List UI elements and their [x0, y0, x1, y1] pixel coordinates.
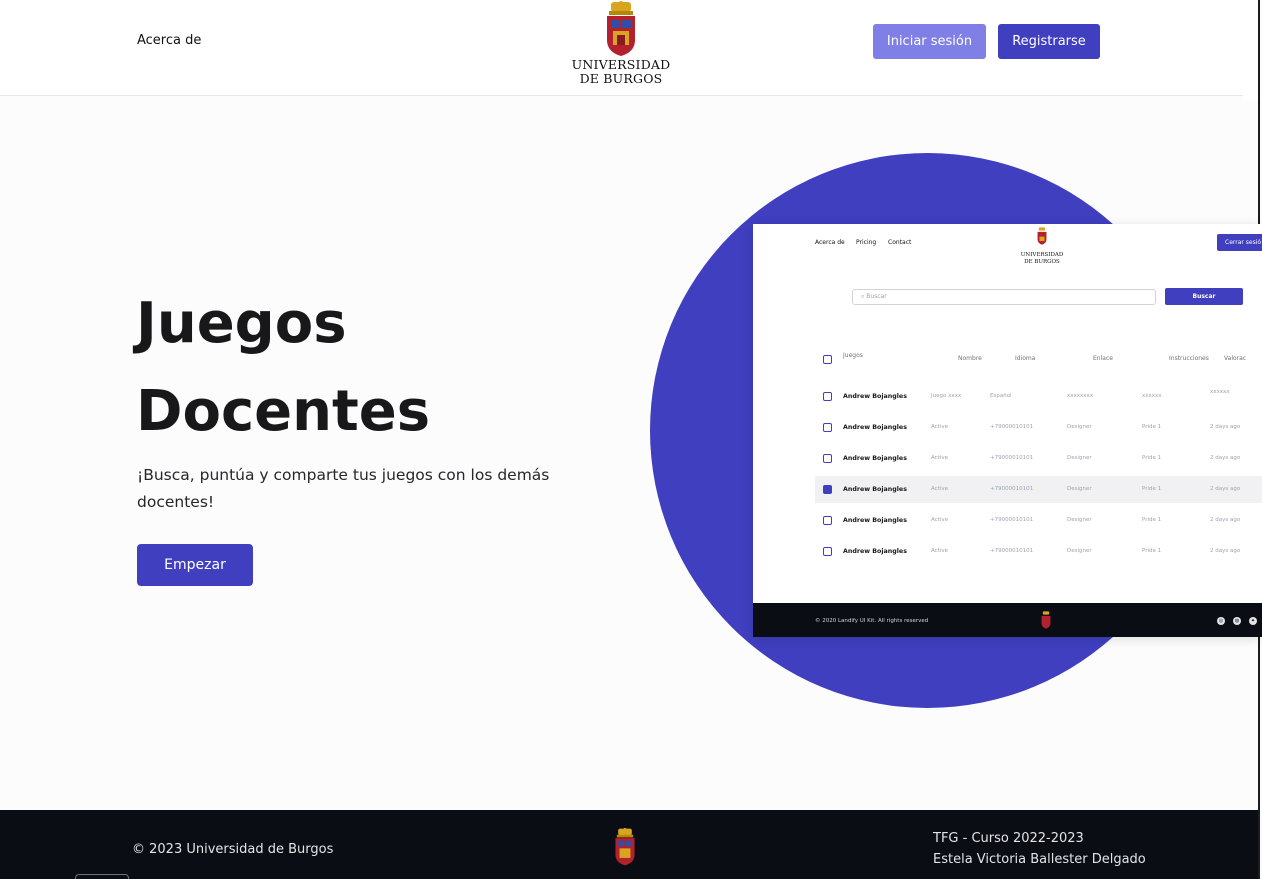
mock-cell-c1: Active [931, 455, 949, 461]
mock-cell-c4: Pride 1 [1142, 548, 1162, 554]
mock-row-checkbox [823, 423, 832, 432]
footer-course: TFG - Curso 2022-2023 [933, 831, 1084, 846]
coat-of-arms-icon [607, 1, 635, 56]
mock-col-instrucciones: Instrucciones [1169, 355, 1209, 362]
mock-search-input: ⌕ Buscar [852, 289, 1156, 305]
mock-cell-c5: 2 days ago [1210, 455, 1241, 461]
mock-cell-c2: +79000010101 [990, 548, 1034, 554]
mock-row-checkbox [823, 547, 832, 556]
nav-link-about[interactable]: Acerca de [137, 33, 201, 48]
mock-cell-c4: Pride 1 [1142, 486, 1162, 492]
mock-cell-c2: +79000010101 [990, 486, 1034, 492]
mock-cell-name: Andrew Bojangles [843, 455, 907, 462]
mock-logo-text-line2: DE BURGOS [1024, 259, 1060, 265]
mock-cell-c3: Designer [1067, 517, 1092, 523]
app-preview-mockup: Acerca de Pricing Contact UNIVERSIDAD DE… [753, 224, 1262, 637]
footer-coat-of-arms-icon [615, 827, 635, 866]
mock-nav-contact: Contact [888, 239, 912, 246]
start-button[interactable]: Empezar [137, 544, 253, 586]
mock-cell-c2: +79000010101 [990, 517, 1034, 523]
mock-col-idioma: Idioma [1015, 355, 1036, 362]
mock-cell-name: Andrew Bojangles [843, 517, 907, 524]
mock-cell-name: Andrew Bojangles [843, 393, 907, 400]
mock-cell-c3: xxxxxxxx [1067, 393, 1094, 399]
scrollbar-gutter [1243, 0, 1258, 100]
mock-cell-c3: Designer [1067, 424, 1092, 430]
login-button[interactable]: Iniciar sesión [873, 24, 986, 59]
mock-nav-about: Acerca de [815, 239, 845, 246]
mock-cell-c1: Active [931, 517, 949, 523]
mock-logout-button: Cerrar sesió [1217, 234, 1262, 251]
mock-cell-c1: Active [931, 548, 949, 554]
dribbble-icon: ◍ [1233, 617, 1241, 625]
mock-select-all-checkbox [823, 355, 832, 364]
top-navbar: Acerca de UNIVERSIDAD DE BURGOS Iniciar … [0, 0, 1243, 96]
twitter-icon: ✦ [1249, 617, 1257, 625]
mock-footer-text: © 2020 Landify UI Kit. All rights reserv… [815, 618, 929, 624]
mock-cell-c5: 2 days ago [1210, 424, 1241, 430]
mock-cell-c5: xxxxxx [1210, 389, 1230, 395]
mock-row-checkbox [823, 485, 832, 494]
mock-cell-c5: 2 days ago [1210, 548, 1241, 554]
mock-coat-of-arms-icon [1037, 227, 1047, 245]
mock-cell-c1: Active [931, 486, 949, 492]
footer-copyright: © 2023 Universidad de Burgos [132, 842, 334, 857]
mock-cell-c3: Designer [1067, 548, 1092, 554]
register-button[interactable]: Registrarse [998, 24, 1100, 59]
instagram-icon: ◎ [1217, 617, 1225, 625]
mock-row-checkbox [823, 392, 832, 401]
page-footer: © 2023 Universidad de Burgos TFG - Curso… [0, 810, 1258, 879]
mock-cell-c4: Pride 1 [1142, 455, 1162, 461]
mock-logo-text-line1: UNIVERSIDAD [1020, 252, 1064, 258]
mock-search-button: Buscar [1165, 288, 1243, 305]
footer-badge[interactable] [75, 874, 129, 879]
mock-cell-c2: Español [990, 393, 1012, 399]
mock-row-checkbox [823, 516, 832, 525]
mock-col-juegos: Juegos [843, 352, 863, 359]
mock-cell-c5: 2 days ago [1210, 517, 1241, 523]
logo-text-line2: DE BURGOS [579, 71, 663, 86]
mock-col-enlace: Enlace [1093, 355, 1113, 362]
mock-row-checkbox [823, 454, 832, 463]
mock-cell-name: Andrew Bojangles [843, 424, 907, 431]
mock-logo: UNIVERSIDAD DE BURGOS [1019, 224, 1065, 266]
mock-col-valoracion: Valorac [1224, 355, 1247, 362]
mock-col-nombre: Nombre [958, 355, 982, 362]
mock-footer-crest-icon [1041, 611, 1051, 629]
footer-author: Estela Victoria Ballester Delgado [933, 852, 1146, 867]
mock-footer: © 2020 Landify UI Kit. All rights reserv… [753, 603, 1262, 637]
mock-cell-c3: Designer [1067, 486, 1092, 492]
mock-cell-c4: xxxxxx [1142, 393, 1162, 399]
hero-title: Juegos Docentes [136, 280, 616, 456]
mock-search-placeholder: Buscar [866, 293, 887, 300]
mock-cell-c4: Pride 1 [1142, 517, 1162, 523]
logo-text-line1: UNIVERSIDAD [571, 57, 671, 72]
mock-cell-c1: Active [931, 424, 949, 430]
mock-cell-c3: Designer [1067, 455, 1092, 461]
mock-cell-c2: +79000010101 [990, 455, 1034, 461]
university-logo[interactable]: UNIVERSIDAD DE BURGOS [566, 0, 676, 96]
mock-cell-c1: Juego xxxx [931, 393, 962, 399]
mock-nav-pricing: Pricing [856, 239, 877, 246]
mock-cell-c4: Pride 1 [1142, 424, 1162, 430]
mock-cell-name: Andrew Bojangles [843, 486, 907, 493]
mock-cell-c5: 2 days ago [1210, 486, 1241, 492]
hero-title-line2: Docentes [136, 379, 431, 444]
hero-title-line1: Juegos [136, 291, 347, 356]
hero-description: ¡Busca, puntúa y comparte tus juegos con… [137, 466, 550, 511]
mock-cell-name: Andrew Bojangles [843, 548, 907, 555]
mock-cell-c2: +79000010101 [990, 424, 1034, 430]
